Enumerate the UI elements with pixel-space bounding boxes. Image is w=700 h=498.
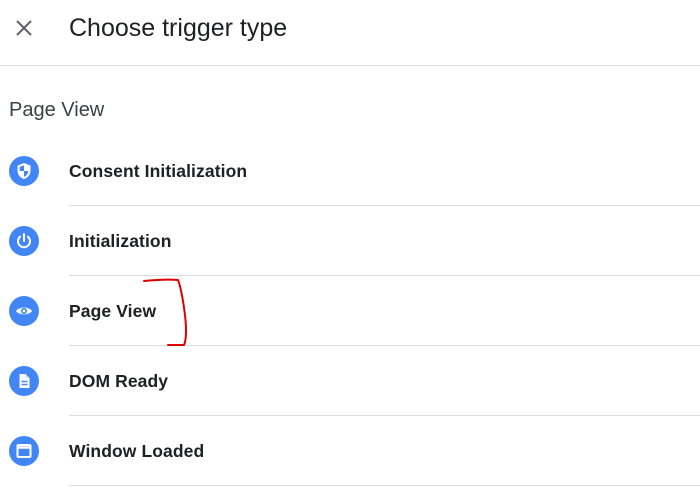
trigger-label: Window Loaded [69, 441, 205, 461]
trigger-label: DOM Ready [69, 371, 169, 391]
trigger-label: Page View [69, 301, 157, 321]
document-icon [9, 366, 39, 396]
close-button[interactable] [9, 13, 39, 43]
trigger-label: Initialization [69, 231, 172, 251]
window-icon [9, 436, 39, 466]
divider [69, 485, 700, 486]
dialog-header: Choose trigger type [0, 0, 700, 66]
trigger-item-window-loaded[interactable]: Window Loaded [0, 416, 700, 486]
trigger-item-consent-initialization[interactable]: Consent Initialization [0, 136, 700, 206]
trigger-label: Consent Initialization [69, 161, 248, 181]
trigger-item-dom-ready[interactable]: DOM Ready [0, 346, 700, 416]
section-title: Page View [9, 99, 105, 121]
dialog-title: Choose trigger type [69, 14, 288, 42]
close-icon [16, 20, 32, 36]
trigger-list: Consent Initialization Initialization Pa… [0, 136, 700, 486]
trigger-item-initialization[interactable]: Initialization [0, 206, 700, 276]
trigger-item-page-view[interactable]: Page View [0, 276, 700, 346]
power-icon [9, 226, 39, 256]
eye-icon [9, 296, 39, 326]
shield-icon [9, 156, 39, 186]
